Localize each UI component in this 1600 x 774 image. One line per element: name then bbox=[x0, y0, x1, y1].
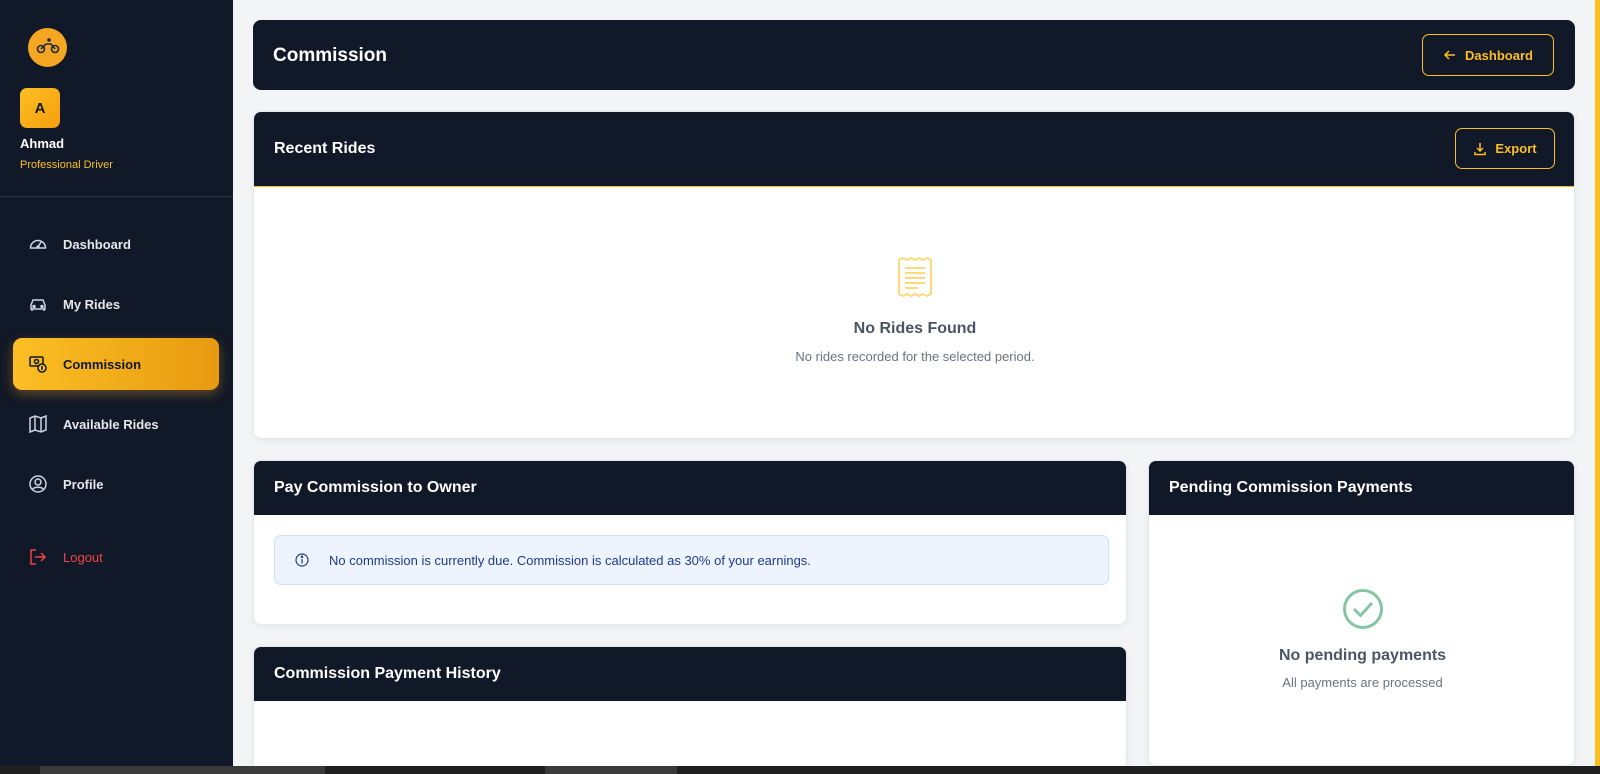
sidebar-item-label: Profile bbox=[63, 476, 104, 492]
page-scrollbar[interactable] bbox=[1595, 0, 1600, 766]
no-pending-subtitle: All payments are processed bbox=[1282, 675, 1443, 690]
pay-commission-card: Pay Commission to Owner No commission is… bbox=[253, 460, 1127, 625]
sidebar-item-logout[interactable]: Logout bbox=[13, 531, 219, 583]
pay-commission-title: Pay Commission to Owner bbox=[274, 479, 477, 496]
brand-logo[interactable] bbox=[28, 28, 67, 67]
no-rides-subtitle: No rides recorded for the selected perio… bbox=[795, 349, 1035, 364]
sidebar-item-dashboard[interactable]: Dashboard bbox=[13, 218, 219, 270]
sidebar-item-label: Logout bbox=[63, 549, 103, 565]
commission-info-text: No commission is currently due. Commissi… bbox=[329, 552, 811, 568]
sidebar-item-commission[interactable]: Commission bbox=[13, 338, 219, 390]
back-button-label: Dashboard bbox=[1465, 47, 1533, 63]
sidebar-item-available-rides[interactable]: Available Rides bbox=[13, 398, 219, 450]
pending-payments-header: Pending Commission Payments bbox=[1149, 461, 1574, 515]
sidebar-item-label: Dashboard bbox=[63, 236, 131, 252]
arrow-left-icon bbox=[1443, 50, 1456, 60]
sidebar-item-profile[interactable]: Profile bbox=[13, 458, 219, 510]
page-header: Commission Dashboard bbox=[253, 20, 1575, 90]
user-name: Ahmad bbox=[20, 136, 65, 151]
cash-coin-icon bbox=[28, 354, 48, 374]
sidebar-item-my-rides[interactable]: My Rides bbox=[13, 278, 219, 330]
sidebar-item-label: My Rides bbox=[63, 296, 121, 312]
pending-payments-card: Pending Commission Payments No pending p… bbox=[1148, 460, 1575, 766]
taskbar-app[interactable] bbox=[545, 766, 677, 774]
export-button[interactable]: Export bbox=[1455, 128, 1555, 169]
speedometer-icon bbox=[28, 234, 48, 254]
sidebar: A Ahmad Professional Driver Dashboard My… bbox=[0, 0, 233, 766]
back-to-dashboard-button[interactable]: Dashboard bbox=[1422, 34, 1554, 76]
check-circle-icon bbox=[1149, 588, 1574, 635]
page-title: Commission bbox=[273, 45, 388, 66]
download-icon bbox=[1474, 142, 1487, 155]
payment-history-title: Commission Payment History bbox=[274, 665, 501, 682]
sidebar-item-label: Commission bbox=[63, 356, 142, 372]
no-rides-title: No Rides Found bbox=[853, 320, 977, 337]
sidebar-item-label: Available Rides bbox=[63, 416, 159, 432]
sidebar-divider bbox=[0, 196, 233, 197]
os-taskbar bbox=[0, 766, 1600, 774]
car-icon bbox=[28, 294, 48, 314]
receipt-icon bbox=[254, 256, 1574, 302]
map-icon bbox=[28, 414, 48, 434]
recent-rides-title: Recent Rides bbox=[274, 140, 376, 157]
avatar[interactable]: A bbox=[20, 88, 60, 128]
pending-payments-title: Pending Commission Payments bbox=[1169, 479, 1413, 496]
motorbike-icon bbox=[36, 37, 59, 53]
taskbar-search[interactable] bbox=[40, 766, 325, 774]
no-pending-title: No pending payments bbox=[1278, 647, 1447, 664]
payment-history-header: Commission Payment History bbox=[254, 647, 1126, 701]
logout-icon bbox=[28, 547, 48, 567]
recent-rides-card: Recent Rides Export No Rides Found No ri… bbox=[253, 111, 1575, 439]
commission-info-alert: No commission is currently due. Commissi… bbox=[274, 535, 1109, 585]
user-role: Professional Driver bbox=[20, 159, 113, 171]
info-circle-icon bbox=[295, 553, 309, 567]
export-label: Export bbox=[1495, 141, 1537, 156]
person-circle-icon bbox=[28, 474, 48, 494]
payment-history-card: Commission Payment History bbox=[253, 646, 1127, 774]
pay-commission-header: Pay Commission to Owner bbox=[254, 461, 1126, 515]
recent-rides-header: Recent Rides Export bbox=[254, 112, 1574, 187]
